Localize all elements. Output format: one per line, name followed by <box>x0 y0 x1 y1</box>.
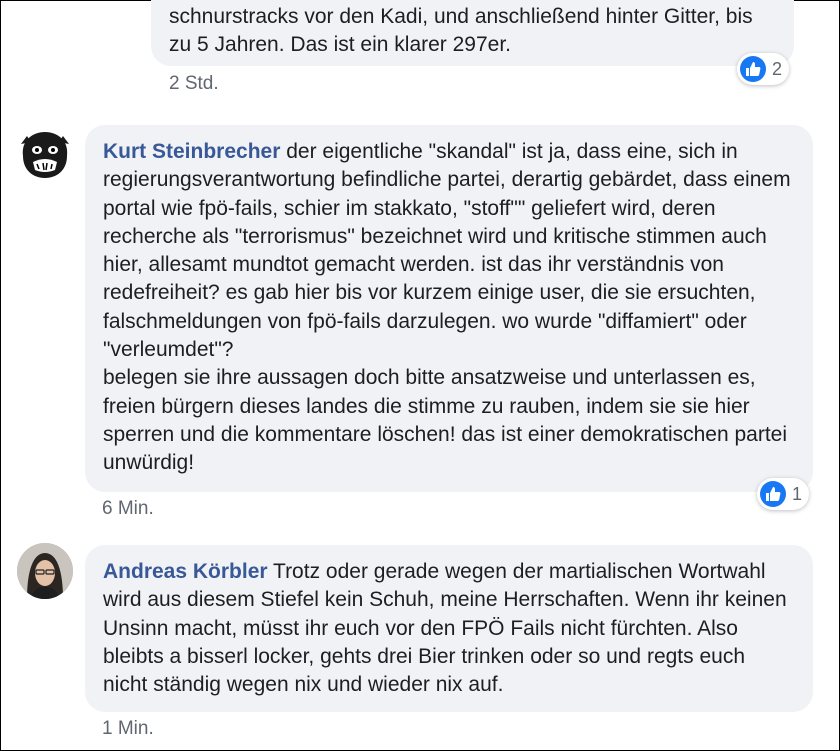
comment-bubble-2: Kurt Steinbrecher der eigentliche "skand… <box>85 125 813 492</box>
comment-author[interactable]: Kurt Steinbrecher <box>103 140 280 163</box>
comment-timestamp[interactable]: 6 Min. <box>102 498 154 520</box>
comment-text: der eigentliche "skandal" ist ja, dass e… <box>103 140 791 362</box>
reaction-badge-1[interactable]: 2 <box>737 53 790 85</box>
reaction-badge-2[interactable]: 1 <box>757 478 810 510</box>
like-icon <box>740 56 766 82</box>
comment-author[interactable]: Andreas Körbler <box>103 560 268 583</box>
comment-text: schnurstracks vor den Kadi, und anschlie… <box>169 5 753 57</box>
comment-bubble-3: Andreas Körbler Trotz oder gerade wegen … <box>85 545 813 712</box>
comment-bubble-1: schnurstracks vor den Kadi, und anschlie… <box>151 0 794 66</box>
reaction-count: 2 <box>772 58 783 79</box>
comment-timestamp[interactable]: 2 Std. <box>169 73 219 95</box>
reaction-count: 1 <box>792 483 803 504</box>
bulldog-avatar-icon <box>21 132 69 178</box>
avatar[interactable] <box>17 543 73 599</box>
like-icon <box>760 481 786 507</box>
comment-text: belegen sie ihre aussagen doch bitte ans… <box>103 366 788 475</box>
avatar[interactable] <box>17 126 73 182</box>
comment-timestamp[interactable]: 1 Min. <box>102 718 154 740</box>
profile-photo-icon <box>17 543 73 599</box>
